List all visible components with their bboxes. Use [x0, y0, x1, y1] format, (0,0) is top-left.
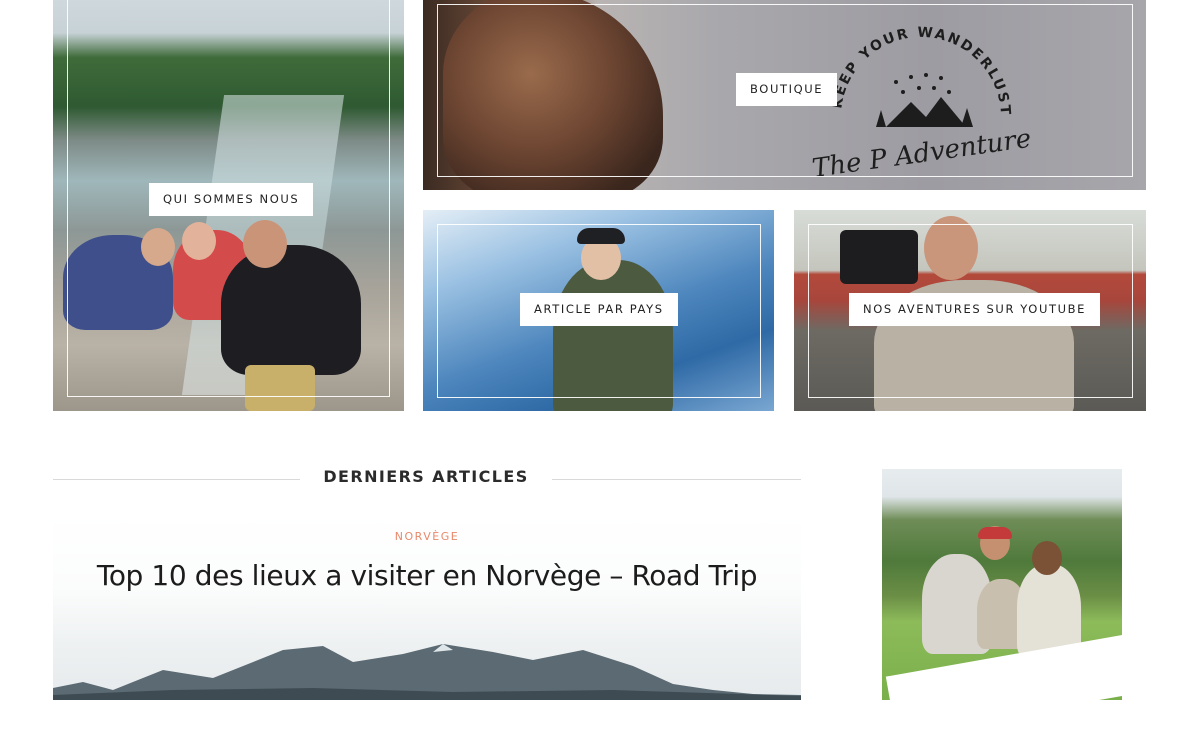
article-title[interactable]: Top 10 des lieux a visiter en Norvège – … — [53, 559, 801, 592]
section-divider-right — [552, 479, 801, 480]
tile-label-about-us[interactable]: QUI SOMMES NOUS — [149, 183, 314, 216]
face-shape — [243, 220, 287, 268]
hiker-person-shape — [553, 260, 673, 411]
article-card[interactable]: NORVÈGE Top 10 des lieux a visiter en No… — [53, 515, 801, 700]
tile-label-shop[interactable]: BOUTIQUE — [736, 73, 838, 106]
tile-about-us[interactable]: QUI SOMMES NOUS — [53, 0, 404, 411]
cap-shape — [978, 527, 1012, 539]
tile-label-youtube[interactable]: NOS AVENTURES SUR YOUTUBE — [849, 293, 1100, 326]
tile-shop[interactable]: KEEP YOUR WANDERLUST The P Adventure BOU… — [423, 0, 1146, 190]
section-title: DERNIERS ARTICLES — [323, 467, 529, 486]
svg-text:The P Adventure: The P Adventure — [810, 124, 1033, 177]
face-shape — [182, 222, 216, 260]
svg-text:KEEP YOUR WANDERLUST: KEEP YOUR WANDERLUST — [829, 25, 1013, 117]
face-shape — [141, 228, 175, 266]
shorts-shape — [245, 365, 315, 411]
face-shape — [924, 216, 978, 280]
tile-articles-by-country[interactable]: ARTICLE PAR PAYS — [423, 210, 774, 411]
camera-icon — [840, 230, 918, 284]
mountain-photo — [53, 644, 801, 700]
tile-label-articles-by-country[interactable]: ARTICLE PAR PAYS — [520, 293, 678, 326]
man-person-shape — [221, 245, 361, 375]
face-shape — [1032, 541, 1062, 575]
section-divider-left — [53, 479, 300, 480]
cap-shape — [577, 228, 625, 244]
tile-youtube[interactable]: NOS AVENTURES SUR YOUTUBE — [794, 210, 1146, 411]
article-category[interactable]: NORVÈGE — [53, 530, 801, 543]
